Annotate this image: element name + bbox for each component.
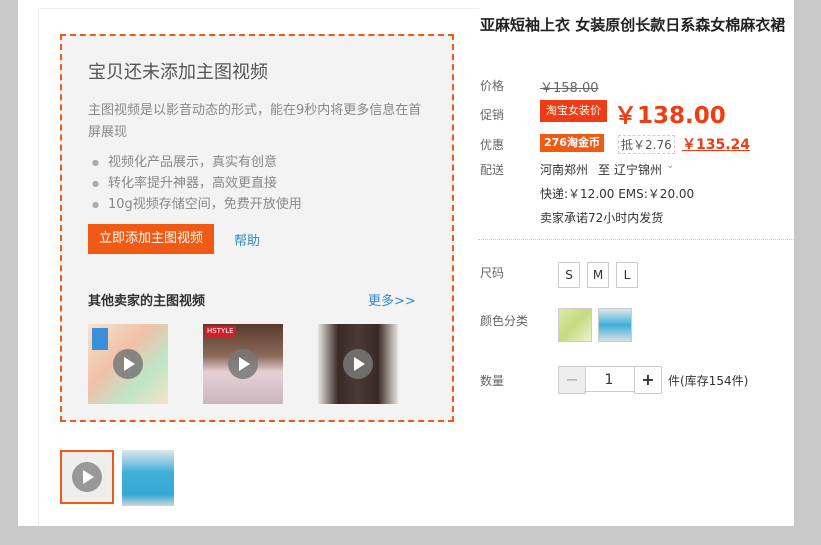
size-label: 尺码 xyxy=(480,266,505,280)
video-box-title: 宝贝还未添加主图视频 xyxy=(88,62,268,83)
ship-from: 河南郑州 xyxy=(540,163,589,177)
feature-item: 10g视频存储空间，免费开放使用 xyxy=(92,194,302,215)
promo-label: 促销 xyxy=(480,108,505,122)
divider xyxy=(478,239,794,240)
size-option-l[interactable]: L xyxy=(616,262,638,288)
add-main-video-button[interactable]: 立即添加主图视频 xyxy=(88,224,214,254)
promo-price: ￥138.00 xyxy=(614,103,726,129)
more-link[interactable]: 更多>> xyxy=(368,290,416,309)
coin-tag: 276淘金币 xyxy=(540,134,604,152)
shipping-cost: 快递:￥12.00 EMS:￥20.00 xyxy=(540,187,695,201)
video-thumbnail[interactable] xyxy=(60,450,114,504)
play-icon xyxy=(113,349,143,379)
color-label: 颜色分类 xyxy=(480,314,529,328)
promo-tag: 淘宝女装价 xyxy=(540,100,607,122)
feature-list: 视频化产品展示，真实有创意 转化率提升神器，高效更直接 10g视频存储空间，免费… xyxy=(92,152,302,215)
play-icon xyxy=(72,462,102,492)
product-page: 宝贝还未添加主图视频 主图视频是以影音动态的形式，能在9秒内将更多信息在首屏展现… xyxy=(18,0,794,526)
color-option-blue[interactable] xyxy=(598,308,632,342)
sample-video-thumb[interactable] xyxy=(318,324,398,404)
play-icon xyxy=(228,349,258,379)
quantity-input[interactable]: 1 xyxy=(584,366,634,392)
brand-logo: HSTYLE xyxy=(205,326,236,337)
quantity-label: 数量 xyxy=(480,374,505,388)
quantity-increase-button[interactable]: + xyxy=(634,366,662,394)
brand-logo xyxy=(92,328,108,350)
coin-price[interactable]: ￥135.24 xyxy=(682,134,750,154)
delivery-promise: 卖家承诺72小时内发货 xyxy=(540,211,664,225)
stock-info: 件(库存154件) xyxy=(668,374,749,388)
play-icon xyxy=(343,349,373,379)
original-price: ￥158.00 xyxy=(540,81,599,96)
help-link[interactable]: 帮助 xyxy=(234,230,260,249)
other-sellers-title: 其他卖家的主图视频 xyxy=(88,294,206,309)
coin-deduct: 抵￥2.76 xyxy=(618,135,675,154)
main-video-placeholder: 宝贝还未添加主图视频 主图视频是以影音动态的形式，能在9秒内将更多信息在首屏展现… xyxy=(60,34,454,422)
size-option-s[interactable]: S xyxy=(558,262,580,288)
chevron-down-icon[interactable]: ⌄ xyxy=(666,160,674,171)
quantity-decrease-button[interactable]: − xyxy=(558,366,586,394)
ship-to-select[interactable]: 辽宁锦州 xyxy=(614,161,662,178)
ship-to-word: 至 xyxy=(598,163,611,177)
product-title: 亚麻短袖上衣 女装原创长款日系森女棉麻衣裙 xyxy=(480,16,786,34)
feature-item: 转化率提升神器，高效更直接 xyxy=(92,173,302,194)
shipping-label: 配送 xyxy=(480,163,505,177)
video-box-description: 主图视频是以影音动态的形式，能在9秒内将更多信息在首屏展现 xyxy=(88,103,422,140)
size-option-m[interactable]: M xyxy=(587,262,609,288)
product-info: 亚麻短袖上衣 女装原创长款日系森女棉麻衣裙 价格 ￥158.00 促销 淘宝女装… xyxy=(478,0,794,526)
sample-video-thumb[interactable]: HSTYLE xyxy=(203,324,283,404)
color-option-green[interactable] xyxy=(558,308,592,342)
coupon-label: 优惠 xyxy=(480,138,505,152)
sample-video-thumb[interactable] xyxy=(88,324,168,404)
price-label: 价格 xyxy=(480,79,505,93)
feature-item: 视频化产品展示，真实有创意 xyxy=(92,152,302,173)
image-thumbnail[interactable] xyxy=(122,450,174,506)
